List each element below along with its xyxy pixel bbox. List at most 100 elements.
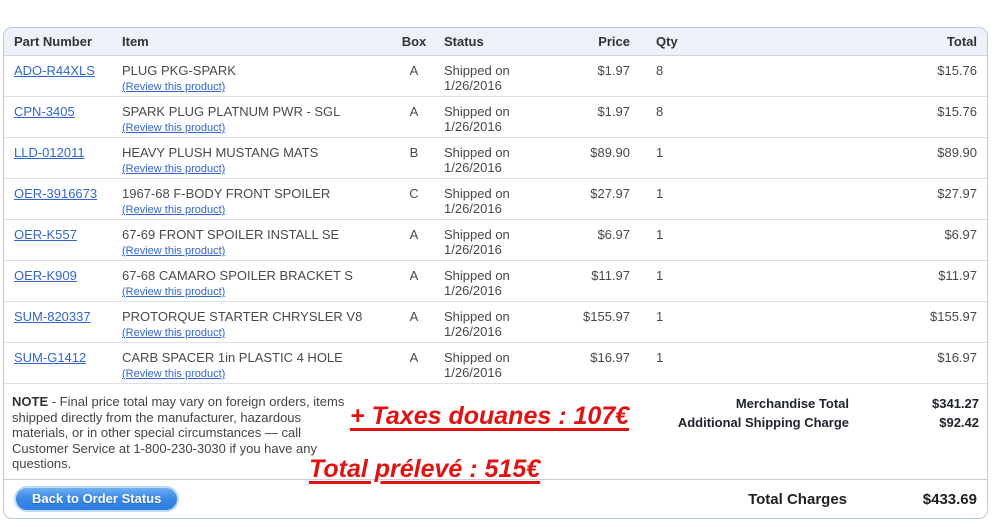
part-number-link[interactable]: OER-K909: [14, 268, 77, 283]
status-line-2: 1/26/2016: [444, 201, 542, 216]
part-number-link[interactable]: SUM-820337: [14, 309, 91, 324]
price-cell: $27.97: [542, 186, 630, 219]
status-cell: Shipped on 1/26/2016: [436, 145, 542, 178]
box-cell: C: [392, 186, 436, 219]
column-header-qty: Qty: [630, 34, 702, 49]
total-charges-line: Total Charges $433.69: [748, 491, 987, 508]
qty-cell: 8: [630, 63, 702, 96]
part-number-cell: CPN-3405: [4, 104, 122, 137]
table-footer-row: Back to Order Status Total Charges $433.…: [4, 480, 987, 518]
price-cell: $11.97: [542, 268, 630, 301]
status-line-2: 1/26/2016: [444, 160, 542, 175]
total-cell: $15.76: [702, 63, 987, 96]
total-cell: $89.90: [702, 145, 987, 178]
price-cell: $155.97: [542, 309, 630, 342]
column-header-status: Status: [436, 34, 542, 49]
price-cell: $1.97: [542, 104, 630, 137]
part-number-cell: OER-K557: [4, 227, 122, 260]
item-name: 67-68 CAMARO SPOILER BRACKET S: [122, 268, 392, 283]
total-cell: $155.97: [702, 309, 987, 342]
review-product-link[interactable]: (Review this product): [122, 81, 225, 93]
price-cell: $89.90: [542, 145, 630, 178]
status-line-2: 1/26/2016: [444, 324, 542, 339]
item-name: CARB SPACER 1in PLASTIC 4 HOLE: [122, 350, 392, 365]
item-cell: 67-69 FRONT SPOILER INSTALL SE (Review t…: [122, 227, 392, 260]
box-cell: A: [392, 63, 436, 96]
table-row: LLD-012011 HEAVY PLUSH MUSTANG MATS (Rev…: [4, 138, 987, 179]
part-number-link[interactable]: SUM-G1412: [14, 350, 86, 365]
table-row: SUM-820337 PROTORQUE STARTER CHRYSLER V8…: [4, 302, 987, 343]
column-header-part-number: Part Number: [4, 34, 122, 49]
foreign-order-note: NOTE - Final price total may vary on for…: [12, 394, 360, 472]
review-product-link[interactable]: (Review this product): [122, 163, 225, 175]
column-header-item: Item: [122, 34, 392, 49]
handwritten-customs-tax-annotation: + Taxes douanes : 107€: [350, 402, 629, 431]
item-name: SPARK PLUG PLATNUM PWR - SGL: [122, 104, 392, 119]
item-cell: PROTORQUE STARTER CHRYSLER V8 (Review th…: [122, 309, 392, 342]
status-cell: Shipped on 1/26/2016: [436, 227, 542, 260]
box-cell: B: [392, 145, 436, 178]
box-cell: A: [392, 268, 436, 301]
item-name: 67-69 FRONT SPOILER INSTALL SE: [122, 227, 392, 242]
review-product-link[interactable]: (Review this product): [122, 327, 225, 339]
status-cell: Shipped on 1/26/2016: [436, 350, 542, 383]
part-number-link[interactable]: OER-3916673: [14, 186, 97, 201]
total-cell: $16.97: [702, 350, 987, 383]
table-row: ADO-R44XLS PLUG PKG-SPARK (Review this p…: [4, 56, 987, 97]
status-line-1: Shipped on: [444, 63, 542, 78]
qty-cell: 1: [630, 309, 702, 342]
item-cell: 67-68 CAMARO SPOILER BRACKET S (Review t…: [122, 268, 392, 301]
review-product-link[interactable]: (Review this product): [122, 245, 225, 257]
box-cell: A: [392, 104, 436, 137]
part-number-link[interactable]: LLD-012011: [14, 145, 85, 160]
qty-cell: 1: [630, 227, 702, 260]
item-name: 1967-68 F-BODY FRONT SPOILER: [122, 186, 392, 201]
status-line-1: Shipped on: [444, 145, 542, 160]
qty-cell: 1: [630, 268, 702, 301]
shipping-charge-row: Additional Shipping Charge $92.42: [599, 413, 979, 432]
part-number-link[interactable]: OER-K557: [14, 227, 77, 242]
qty-cell: 8: [630, 104, 702, 137]
item-name: PROTORQUE STARTER CHRYSLER V8: [122, 309, 392, 324]
part-number-link[interactable]: CPN-3405: [14, 104, 75, 119]
qty-cell: 1: [630, 350, 702, 383]
table-row: SUM-G1412 CARB SPACER 1in PLASTIC 4 HOLE…: [4, 343, 987, 384]
total-charges-label: Total Charges: [748, 491, 847, 508]
order-details-table: Part Number Item Box Status Price Qty To…: [3, 27, 988, 519]
review-product-link[interactable]: (Review this product): [122, 368, 225, 380]
column-header-price: Price: [542, 34, 630, 49]
handwritten-total-levied-annotation: Total prélevé : 515€: [309, 455, 540, 484]
part-number-cell: OER-3916673: [4, 186, 122, 219]
status-cell: Shipped on 1/26/2016: [436, 186, 542, 219]
item-cell: 1967-68 F-BODY FRONT SPOILER (Review thi…: [122, 186, 392, 219]
part-number-cell: SUM-G1412: [4, 350, 122, 383]
total-cell: $15.76: [702, 104, 987, 137]
table-body: ADO-R44XLS PLUG PKG-SPARK (Review this p…: [4, 56, 987, 384]
review-product-link[interactable]: (Review this product): [122, 122, 225, 134]
order-status-page: { "colors": { "link_blue": "#3366cc", "a…: [0, 0, 998, 527]
column-header-box: Box: [392, 34, 436, 49]
part-number-cell: SUM-820337: [4, 309, 122, 342]
note-title: NOTE: [12, 394, 48, 409]
merchandise-total-row: Merchandise Total $341.27: [599, 394, 979, 413]
column-header-total: Total: [702, 34, 987, 49]
box-cell: A: [392, 350, 436, 383]
note-body: - Final price total may vary on foreign …: [12, 394, 344, 471]
status-line-2: 1/26/2016: [444, 283, 542, 298]
back-to-order-status-button[interactable]: Back to Order Status: [14, 486, 179, 512]
charges-summary: Merchandise Total $341.27 Additional Shi…: [599, 394, 979, 432]
part-number-cell: LLD-012011: [4, 145, 122, 178]
status-cell: Shipped on 1/26/2016: [436, 268, 542, 301]
status-line-2: 1/26/2016: [444, 78, 542, 93]
status-line-1: Shipped on: [444, 104, 542, 119]
part-number-link[interactable]: ADO-R44XLS: [14, 63, 95, 78]
table-row: OER-K909 67-68 CAMARO SPOILER BRACKET S …: [4, 261, 987, 302]
table-row: CPN-3405 SPARK PLUG PLATNUM PWR - SGL (R…: [4, 97, 987, 138]
review-product-link[interactable]: (Review this product): [122, 204, 225, 216]
status-cell: Shipped on 1/26/2016: [436, 104, 542, 137]
price-cell: $16.97: [542, 350, 630, 383]
review-product-link[interactable]: (Review this product): [122, 286, 225, 298]
status-line-2: 1/26/2016: [444, 119, 542, 134]
qty-cell: 1: [630, 145, 702, 178]
total-cell: $11.97: [702, 268, 987, 301]
